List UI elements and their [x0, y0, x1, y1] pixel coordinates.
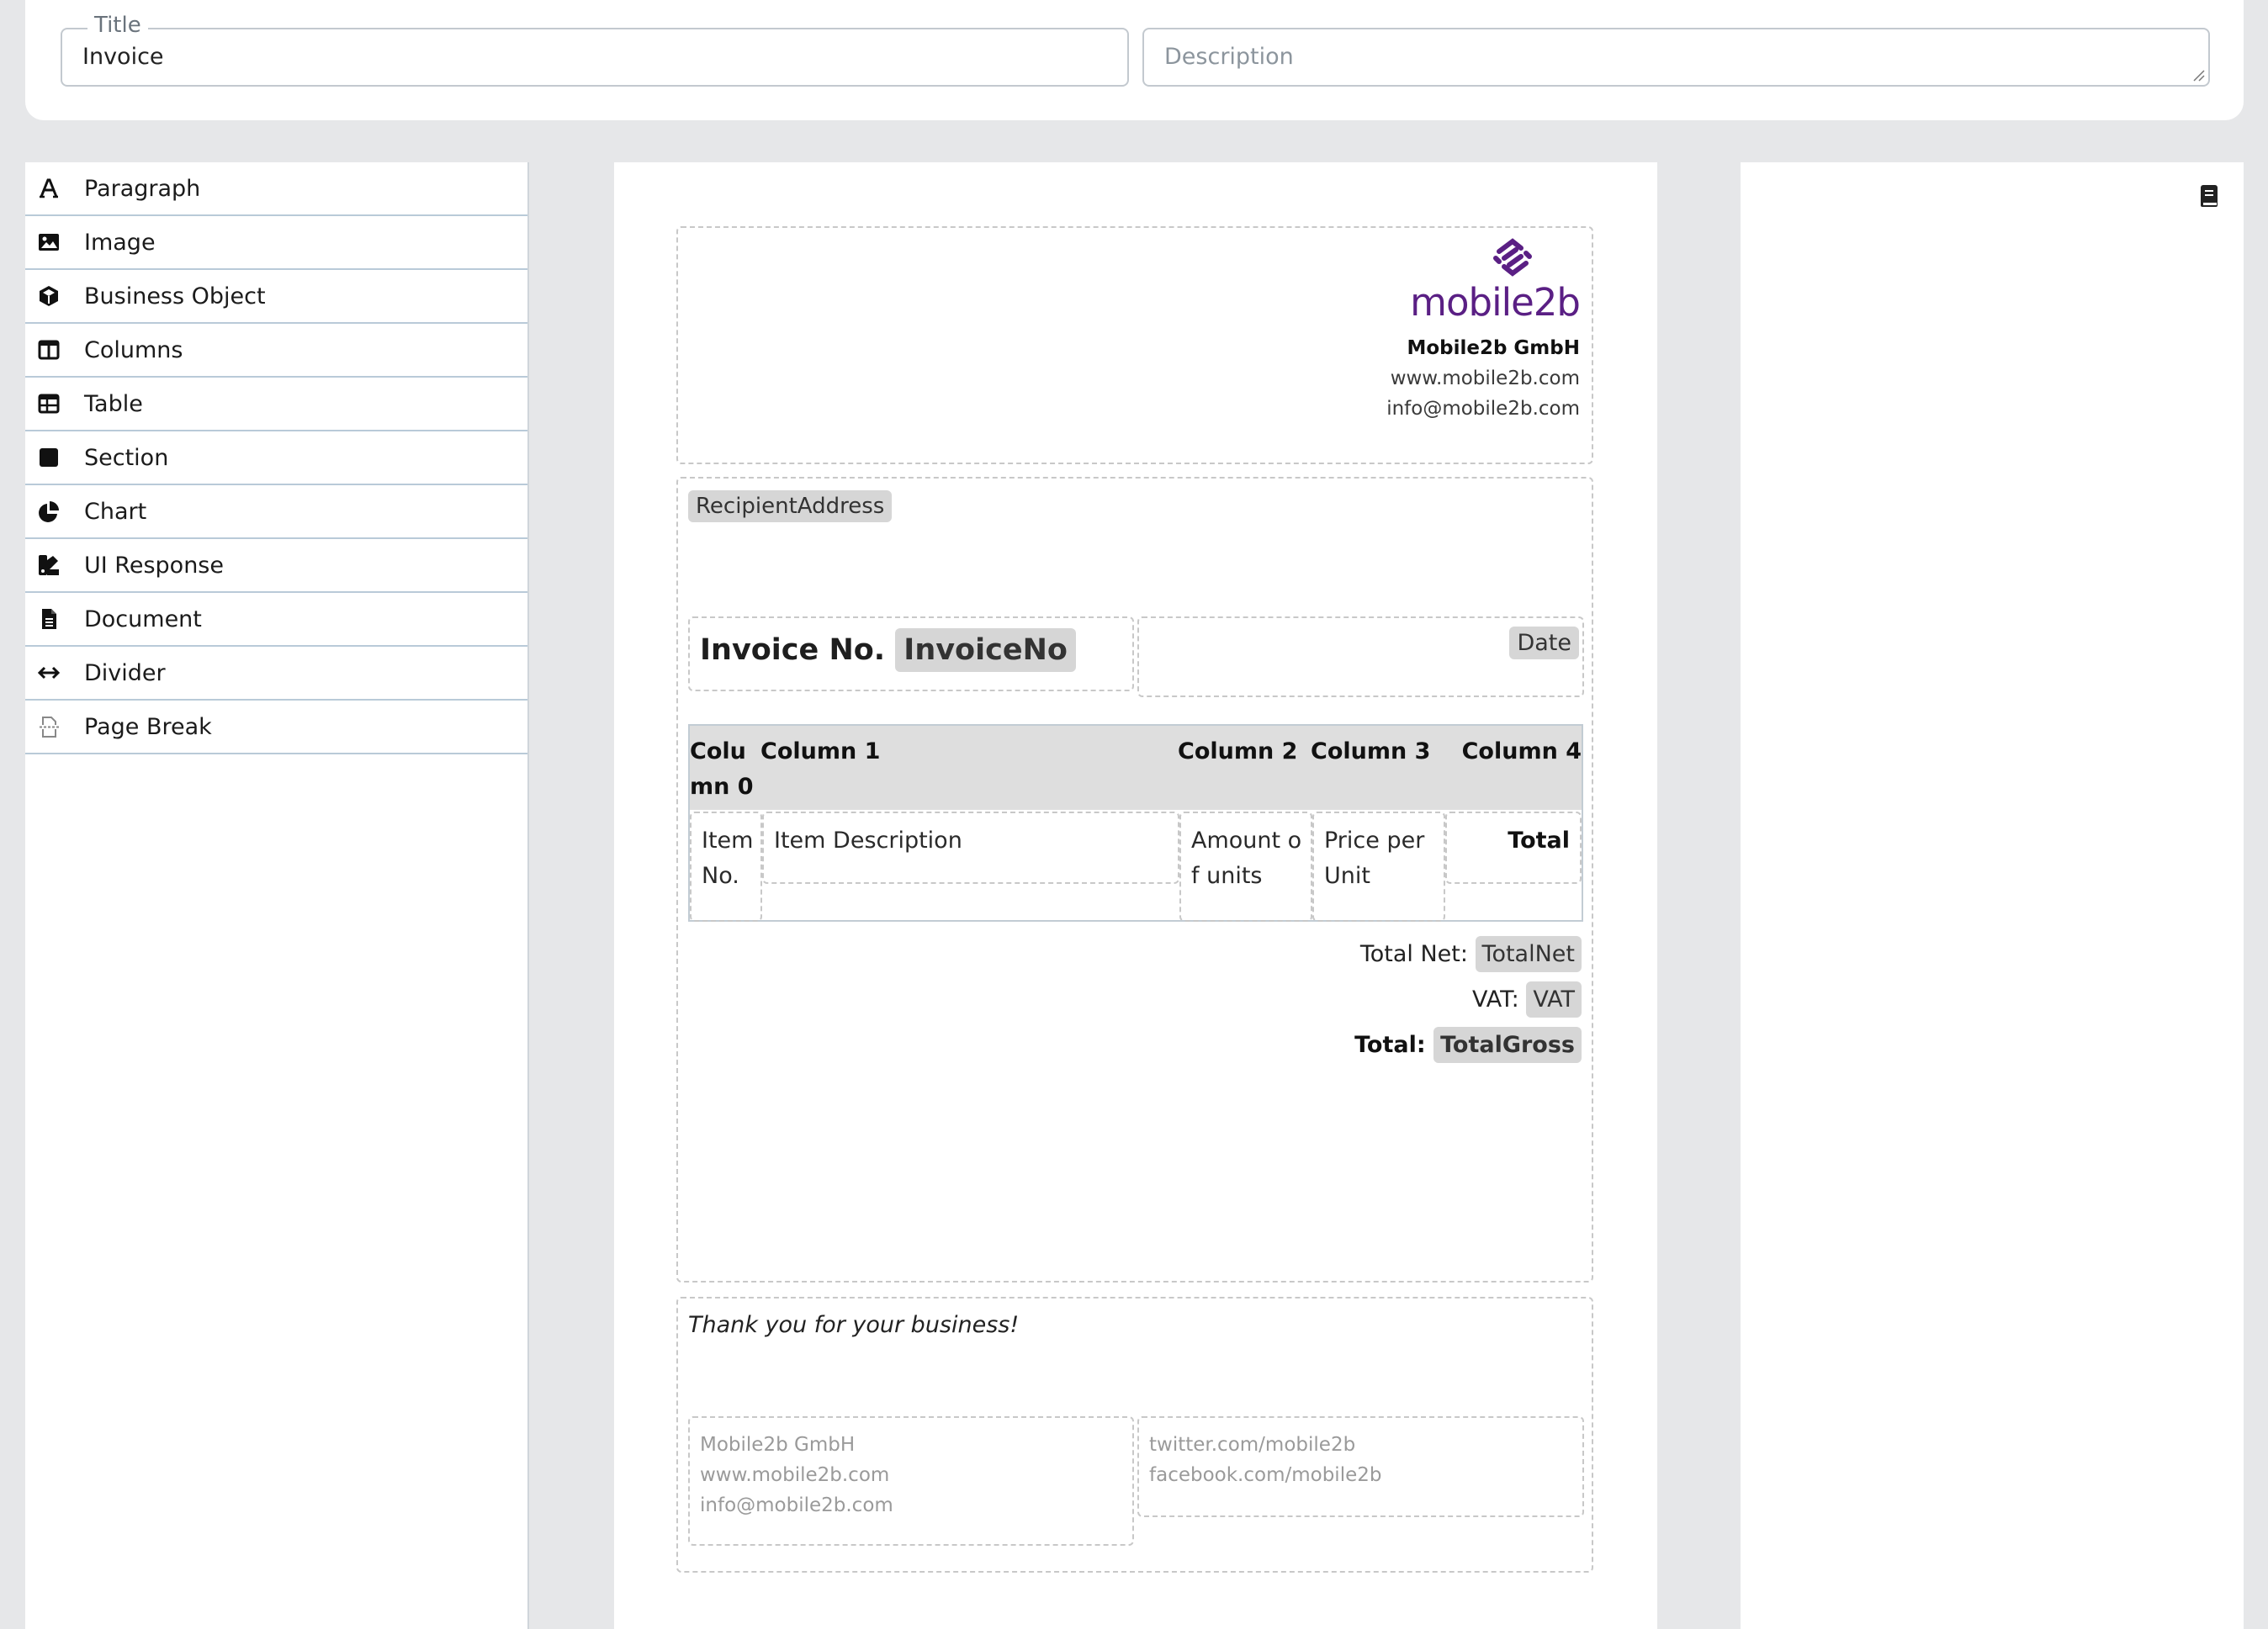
palette-item-document[interactable]: Document: [25, 593, 527, 647]
palette-item-label: Document: [84, 606, 202, 632]
total-net-line: Total Net: TotalNet: [1360, 936, 1582, 972]
document-meta-card: Title Invoice Description: [25, 0, 2244, 120]
title-field[interactable]: Title Invoice: [61, 13, 1129, 87]
company-website: www.mobile2b.com: [1390, 368, 1580, 389]
palette-item-ui-response[interactable]: UI Response: [25, 539, 527, 593]
book-icon[interactable]: [2198, 183, 2220, 209]
body-section[interactable]: RecipientAddress Invoice No. InvoiceNo D…: [676, 477, 1593, 1283]
line-items-table[interactable]: Colu mn 0 Column 1 Column 2 Column 3 Col…: [688, 724, 1583, 922]
palette-item-label: Page Break: [84, 713, 212, 740]
table-cell-text: Item Description: [774, 828, 962, 854]
element-palette-sidebar: Paragraph Image Business Object Columns …: [25, 162, 529, 1629]
palette-item-label: Image: [84, 229, 156, 256]
invoice-number-label: Invoice No.: [700, 633, 886, 667]
table-cell-text: Amount o f units: [1191, 828, 1302, 889]
palette-item-label: Section: [84, 444, 169, 471]
recipient-address-chip[interactable]: RecipientAddress: [688, 490, 893, 522]
footer-twitter: twitter.com/mobile2b: [1149, 1434, 1356, 1456]
total-net-chip[interactable]: TotalNet: [1475, 936, 1582, 972]
table-cell[interactable]: Item Description: [762, 812, 1179, 884]
table-header-cell: Column 3: [1311, 738, 1431, 764]
title-field-value: Invoice: [82, 44, 164, 70]
table-header-cell: Column 1: [760, 738, 881, 764]
palette-item-business-object[interactable]: Business Object: [25, 270, 527, 324]
total-gross-line: Total: TotalGross: [1354, 1027, 1582, 1063]
total-gross-label: Total:: [1354, 1032, 1426, 1058]
description-placeholder: Description: [1164, 44, 1294, 70]
company-email: info@mobile2b.com: [1386, 398, 1580, 420]
palette-item-label: UI Response: [84, 552, 224, 579]
invoice-number-heading: Invoice No. InvoiceNo: [700, 628, 1076, 672]
date-column[interactable]: Date: [1137, 616, 1584, 697]
footer-facebook: facebook.com/mobile2b: [1149, 1464, 1382, 1486]
footer-right-column[interactable]: twitter.com/mobile2b facebook.com/mobile…: [1137, 1416, 1584, 1517]
resize-grip-icon[interactable]: [2191, 68, 2205, 82]
table-cell-text: Item No.: [702, 828, 754, 889]
table-header-cell: Column 2: [1178, 738, 1298, 764]
total-gross-chip[interactable]: TotalGross: [1433, 1027, 1582, 1063]
palette-item-label: Table: [84, 390, 143, 417]
palette-item-section[interactable]: Section: [25, 431, 527, 485]
description-field[interactable]: Description: [1142, 28, 2210, 87]
footer-company-info: Mobile2b GmbH www.mobile2b.com info@mobi…: [700, 1430, 893, 1521]
image-icon: [32, 225, 66, 259]
font-icon: [32, 172, 66, 205]
arrows-horizontal-icon: [32, 656, 66, 690]
vat-line: VAT: VAT: [1472, 981, 1582, 1018]
header-section[interactable]: mobile2b Mobile2b GmbH www.mobile2b.com …: [676, 226, 1593, 464]
table-cell[interactable]: Amount o f units: [1179, 812, 1312, 922]
company-info-block: mobile2b Mobile2b GmbH www.mobile2b.com …: [1386, 236, 1581, 420]
table-header-cell: Colu mn 0: [690, 738, 754, 800]
invoice-number-column[interactable]: Invoice No. InvoiceNo: [688, 616, 1134, 691]
table-cell-text: Price per Unit: [1324, 828, 1425, 889]
square-icon: [32, 441, 66, 474]
table-cell-text: Total: [1508, 828, 1570, 854]
document-canvas: mobile2b Mobile2b GmbH www.mobile2b.com …: [614, 162, 1657, 1629]
palette-item-label: Columns: [84, 336, 183, 363]
palette-item-columns[interactable]: Columns: [25, 324, 527, 378]
footer-section[interactable]: Thank you for your business! Mobile2b Gm…: [676, 1297, 1593, 1573]
palette-item-paragraph[interactable]: Paragraph: [25, 162, 527, 216]
palette-item-label: Business Object: [84, 283, 266, 309]
date-chip[interactable]: Date: [1509, 627, 1579, 659]
footer-left-column[interactable]: Mobile2b GmbH www.mobile2b.com info@mobi…: [688, 1416, 1134, 1546]
page-break-icon: [32, 710, 66, 743]
table-icon: [32, 387, 66, 420]
mobile2b-logo-icon: [1493, 238, 1532, 277]
thank-you-text: Thank you for your business!: [688, 1312, 1020, 1338]
palette-item-divider[interactable]: Divider: [25, 647, 527, 701]
table-header-cell: Column 4: [1461, 738, 1582, 764]
company-name: Mobile2b GmbH: [1407, 337, 1580, 359]
footer-website: www.mobile2b.com: [700, 1464, 890, 1486]
ui-response-icon: [32, 548, 66, 582]
table-cell[interactable]: Price per Unit: [1312, 812, 1445, 922]
palette-item-image[interactable]: Image: [25, 216, 527, 270]
logo-wordmark: mobile2b: [1410, 280, 1581, 325]
footer-social-links: twitter.com/mobile2b facebook.com/mobile…: [1149, 1430, 1381, 1490]
palette-item-label: Paragraph: [84, 175, 201, 202]
palette-item-page-break[interactable]: Page Break: [25, 701, 527, 754]
file-icon: [32, 602, 66, 636]
palette-item-chart[interactable]: Chart: [25, 485, 527, 539]
invoice-number-chip[interactable]: InvoiceNo: [895, 628, 1076, 672]
pie-chart-icon: [32, 495, 66, 528]
palette-item-label: Divider: [84, 659, 166, 686]
vat-chip[interactable]: VAT: [1526, 981, 1582, 1018]
footer-company-name: Mobile2b GmbH: [700, 1434, 856, 1456]
total-net-label: Total Net:: [1359, 941, 1468, 967]
palette-item-label: Chart: [84, 498, 147, 525]
cube-icon: [32, 279, 66, 313]
palette-item-table[interactable]: Table: [25, 378, 527, 431]
title-field-label: Title: [87, 13, 148, 38]
table-header-row: Colu mn 0 Column 1 Column 2 Column 3 Col…: [690, 726, 1582, 810]
table-cell[interactable]: Total: [1445, 812, 1582, 884]
table-cell[interactable]: Item No.: [690, 812, 762, 922]
vat-label: VAT:: [1472, 986, 1519, 1013]
footer-email: info@mobile2b.com: [700, 1494, 893, 1516]
properties-panel: [1741, 162, 2244, 1629]
columns-icon: [32, 333, 66, 367]
